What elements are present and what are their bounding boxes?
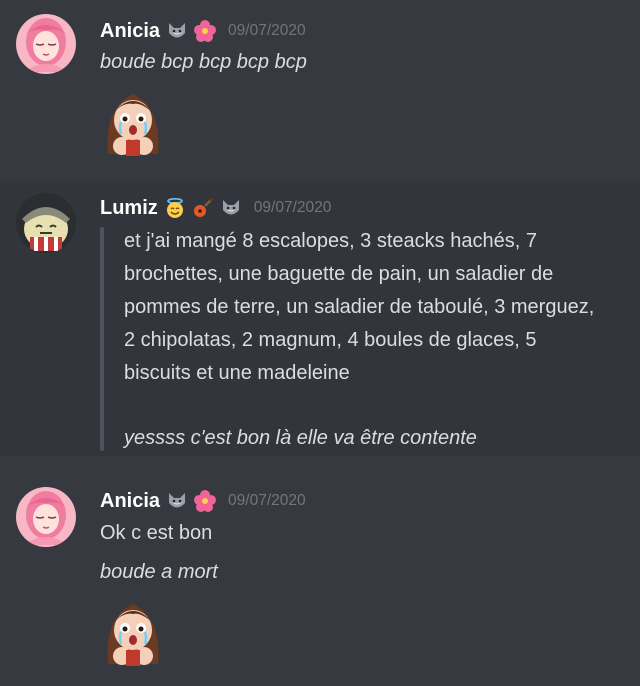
wolf-icon	[166, 490, 188, 512]
avatar-anicia[interactable]	[16, 487, 76, 547]
avatar-anicia[interactable]	[16, 14, 76, 74]
message-text: boude a mort	[100, 561, 218, 583]
guitar-icon	[192, 197, 214, 219]
timestamp: 09/07/2020	[228, 492, 306, 509]
quote-line: brochettes, une baguette de pain, un sal…	[124, 263, 554, 285]
username[interactable]: Lumiz	[100, 197, 158, 220]
timestamp: 09/07/2020	[253, 199, 332, 216]
hibiscus-icon	[194, 490, 217, 512]
crying-girl-emote-icon[interactable]	[100, 598, 166, 666]
quote-bar	[100, 227, 104, 451]
message-2: Lumiz 09/07/2020 et j'ai mangé 8 escalop…	[0, 183, 640, 456]
quote-line: et j'ai mangé 8 escalopes, 3 steacks hac…	[124, 230, 537, 252]
message-text: boude bcp bcp bcp bcp	[100, 51, 307, 73]
username[interactable]: Anicia	[100, 20, 160, 43]
message-1: Anicia 09/07/2020 boude bcp bcp bcp bcp	[0, 0, 640, 180]
wolf-icon	[220, 197, 242, 219]
message-header: Lumiz 09/07/2020	[100, 193, 331, 223]
timestamp: 09/07/2020	[228, 22, 306, 39]
crying-girl-emote-icon[interactable]	[100, 88, 166, 156]
username[interactable]: Anicia	[100, 490, 160, 513]
wolf-icon	[166, 20, 188, 42]
message-text: Ok c est bon	[100, 522, 213, 544]
message-3: Anicia 09/07/2020 Ok c est bon boude a m…	[0, 470, 640, 686]
quote-line: 2 chipolatas, 2 magnum, 4 boules de glac…	[124, 329, 537, 351]
quote-reply-text: yessss c'est bon là elle va être content…	[124, 427, 477, 449]
hibiscus-icon	[194, 20, 217, 42]
quote-line: biscuits et une madeleine	[124, 362, 350, 384]
message-header: Anicia 09/07/2020	[100, 486, 306, 516]
quote-line: pommes de terre, un saladier de taboulé,…	[124, 296, 595, 318]
halo-smile-icon	[164, 197, 186, 219]
avatar-lumiz[interactable]	[16, 193, 76, 253]
message-header: Anicia 09/07/2020	[100, 16, 306, 46]
